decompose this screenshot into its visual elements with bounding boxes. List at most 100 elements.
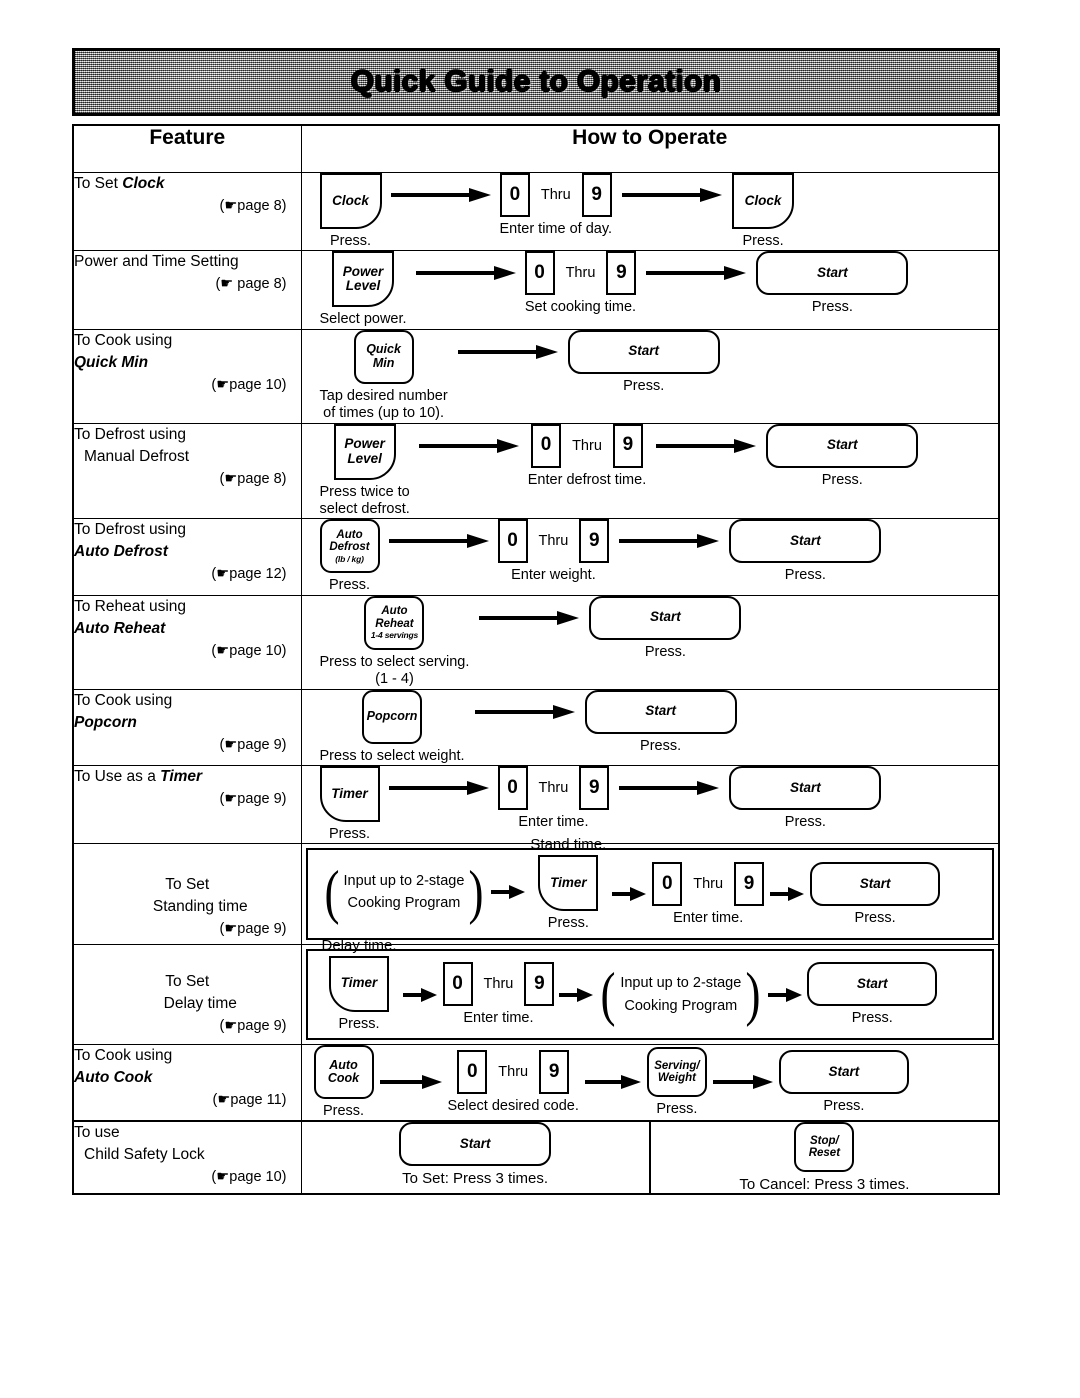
key-9[interactable]: 9 <box>524 962 555 1007</box>
key-9[interactable]: 9 <box>579 765 610 810</box>
button-clock[interactable]: Clock <box>732 173 795 229</box>
key-9[interactable]: 9 <box>612 423 643 468</box>
feature-cell-power-time: Power and Time Setting (☛ page 8) <box>72 250 302 330</box>
arrow-icon <box>486 870 530 914</box>
page-banner: Quick Guide to Operation <box>72 48 1000 116</box>
button-timer[interactable]: Timer <box>329 955 390 1012</box>
step-start: Start Press. <box>807 962 938 1027</box>
key-0[interactable]: 0 <box>499 173 530 217</box>
key-9[interactable]: 9 <box>581 173 612 217</box>
operation-cell-popcorn: Popcorn Press to select weight. Start Pr… <box>300 688 1000 766</box>
button-start[interactable]: Start <box>807 962 938 1007</box>
feature-line2: Manual Defrost <box>84 447 190 465</box>
button-start[interactable]: Start <box>756 251 909 296</box>
key-0[interactable]: 0 <box>457 1050 488 1095</box>
step-caption: Enter time. <box>673 909 744 926</box>
button-popcorn[interactable]: Popcorn <box>362 689 423 744</box>
operation-cell-quick-min: Quick Min Tap desired number of times (up… <box>300 328 1000 424</box>
step-enter-time: 0 Thru 9 Enter time. <box>497 765 610 831</box>
key-0[interactable]: 0 <box>531 423 562 468</box>
button-start[interactable]: Start <box>589 595 742 640</box>
page-reference: (☛page 11) <box>212 1092 287 1109</box>
arrow-icon <box>382 173 500 217</box>
step-enter-weight: 0 Thru 9 Enter weight. <box>497 519 610 584</box>
note-2-stage-program: ( Input up to 2-stage Cooking Program ) <box>322 862 487 922</box>
arrow-icon <box>763 973 807 1017</box>
key-0[interactable]: 0 <box>442 962 473 1007</box>
arrow-icon <box>380 766 498 810</box>
key-0[interactable]: 0 <box>497 765 528 810</box>
table-row: To Set Standing time (☛page 9) ( Input u… <box>72 836 1000 945</box>
step-clock-press: Clock Press. <box>319 173 382 250</box>
note-text: Input up to 2-stage Cooking Program <box>343 873 465 912</box>
button-power-level[interactable]: Power Level <box>333 423 396 480</box>
thru-label: Thru <box>483 976 514 993</box>
arrow-icon <box>609 766 729 810</box>
step-caption: Press. <box>547 915 589 932</box>
thru-label: Thru <box>540 187 571 203</box>
arrow-icon <box>609 519 729 563</box>
feature-line1: To Defrost using <box>74 521 186 539</box>
arrow-icon <box>465 690 585 734</box>
feature-line1: To Set <box>165 876 210 894</box>
button-stop-reset[interactable]: Stop/Reset <box>794 1122 855 1173</box>
feature-cell-popcorn: To Cook using Popcorn (☛page 9) <box>72 688 302 766</box>
button-auto-cook[interactable]: Auto Cook <box>313 1045 374 1100</box>
feature-line1: To Set Clock <box>74 175 165 192</box>
button-start[interactable]: Start <box>766 423 919 468</box>
step-serving-weight: Serving/Weight Press. <box>646 1047 707 1118</box>
operation-cell-manual-defrost: Power Level Press twice to select defrost… <box>300 422 1000 520</box>
button-timer[interactable]: Timer <box>319 765 380 822</box>
arrow-icon <box>612 173 732 217</box>
step-caption: Enter time of day. <box>499 221 613 237</box>
button-quick-min[interactable]: Quick Min <box>353 329 414 384</box>
page-reference: (☛page 8) <box>219 198 287 214</box>
table-row: To Set Clock (☛page 8) Clock Press. 0 Th… <box>72 171 1000 252</box>
note-text: Input up to 2-stage Cooking Program <box>620 975 742 1014</box>
step-auto-cook: Auto Cook Press. <box>313 1045 374 1120</box>
feature-cell-auto-reheat: To Reheat using Auto Reheat (☛page 10) <box>72 594 302 690</box>
page-reference: (☛page 12) <box>211 566 287 583</box>
button-clock[interactable]: Clock <box>319 173 382 229</box>
step-timer-delay: Delay time. Timer Press. <box>322 937 397 1033</box>
button-start[interactable]: Start <box>399 1122 552 1167</box>
key-0[interactable]: 0 <box>497 519 528 564</box>
button-auto-defrost[interactable]: Auto Defrost (lb / kg) <box>319 519 380 574</box>
step-start: Start Press. <box>567 329 720 395</box>
key-9[interactable]: 9 <box>579 519 610 564</box>
step-caption: Press. <box>742 233 784 249</box>
step-caption: Press. <box>328 577 371 594</box>
button-serving-weight[interactable]: Serving/Weight <box>646 1047 707 1098</box>
page-title: Quick Guide to Operation <box>350 65 722 98</box>
numeric-range-0-9: 0 Thru 9 <box>442 962 555 1007</box>
button-start[interactable]: Start <box>567 329 720 374</box>
table-row: To use Child Safety Lock (☛page 10) Star… <box>72 1120 1000 1195</box>
step-enter-time: 0 Thru 9 Enter time. <box>652 861 765 927</box>
button-power-level[interactable]: Power Level <box>332 251 395 308</box>
step-caption: Enter defrost time. <box>527 471 647 488</box>
step-caption: Enter time. <box>518 813 589 830</box>
step-caption: Press twice to select defrost. <box>319 483 410 517</box>
step-caption: To Set: Press 3 times. <box>402 1170 549 1188</box>
step-caption: Tap desired number of times (up to 10). <box>319 387 448 422</box>
key-9[interactable]: 9 <box>539 1050 570 1095</box>
button-start[interactable]: Start <box>810 861 941 906</box>
button-auto-reheat[interactable]: Auto Reheat 1-4 servings <box>364 595 425 650</box>
button-start[interactable]: Start <box>584 689 737 734</box>
button-start[interactable]: Start <box>778 1050 909 1095</box>
key-9[interactable]: 9 <box>734 861 765 906</box>
key-9[interactable]: 9 <box>606 251 637 296</box>
key-0[interactable]: 0 <box>652 861 683 906</box>
step-auto-reheat: Auto Reheat 1-4 servings Press to select … <box>320 595 469 689</box>
button-start[interactable]: Start <box>729 519 882 564</box>
step-caption: Set cooking time. <box>524 299 637 316</box>
button-timer[interactable]: Timer <box>538 855 599 912</box>
table-row: To Cook using Popcorn (☛page 9) Popcorn … <box>72 688 1000 766</box>
button-start[interactable]: Start <box>729 765 882 810</box>
feature-line1: To use <box>74 1124 120 1142</box>
key-0[interactable]: 0 <box>524 251 555 296</box>
step-caption: Press. <box>329 233 372 249</box>
feature-emphasis: Popcorn <box>74 713 137 731</box>
feature-line1: To Reheat using <box>74 597 187 615</box>
table-row: To Use as a Timer (☛page 9) Timer Press.… <box>72 764 1000 845</box>
